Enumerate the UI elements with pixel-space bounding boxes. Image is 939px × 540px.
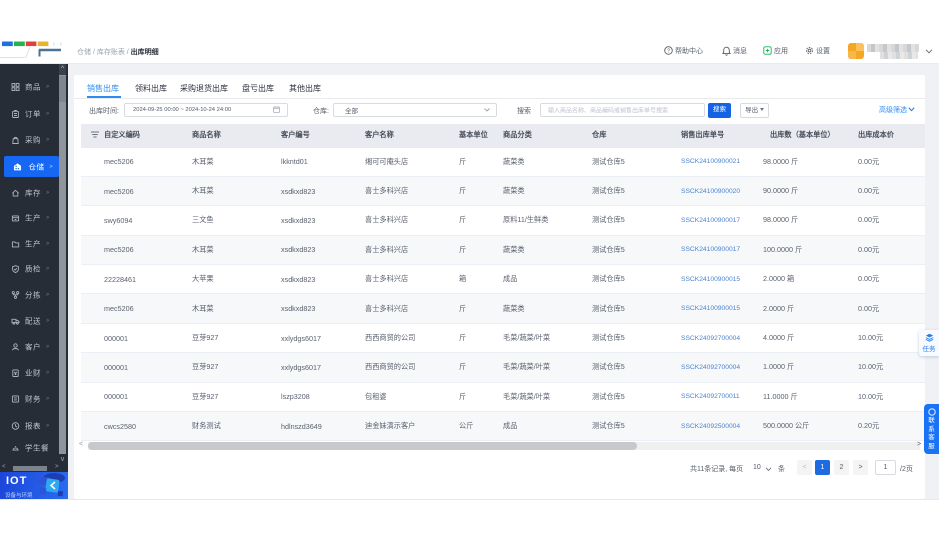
svg-text:?: ? [667, 49, 670, 55]
